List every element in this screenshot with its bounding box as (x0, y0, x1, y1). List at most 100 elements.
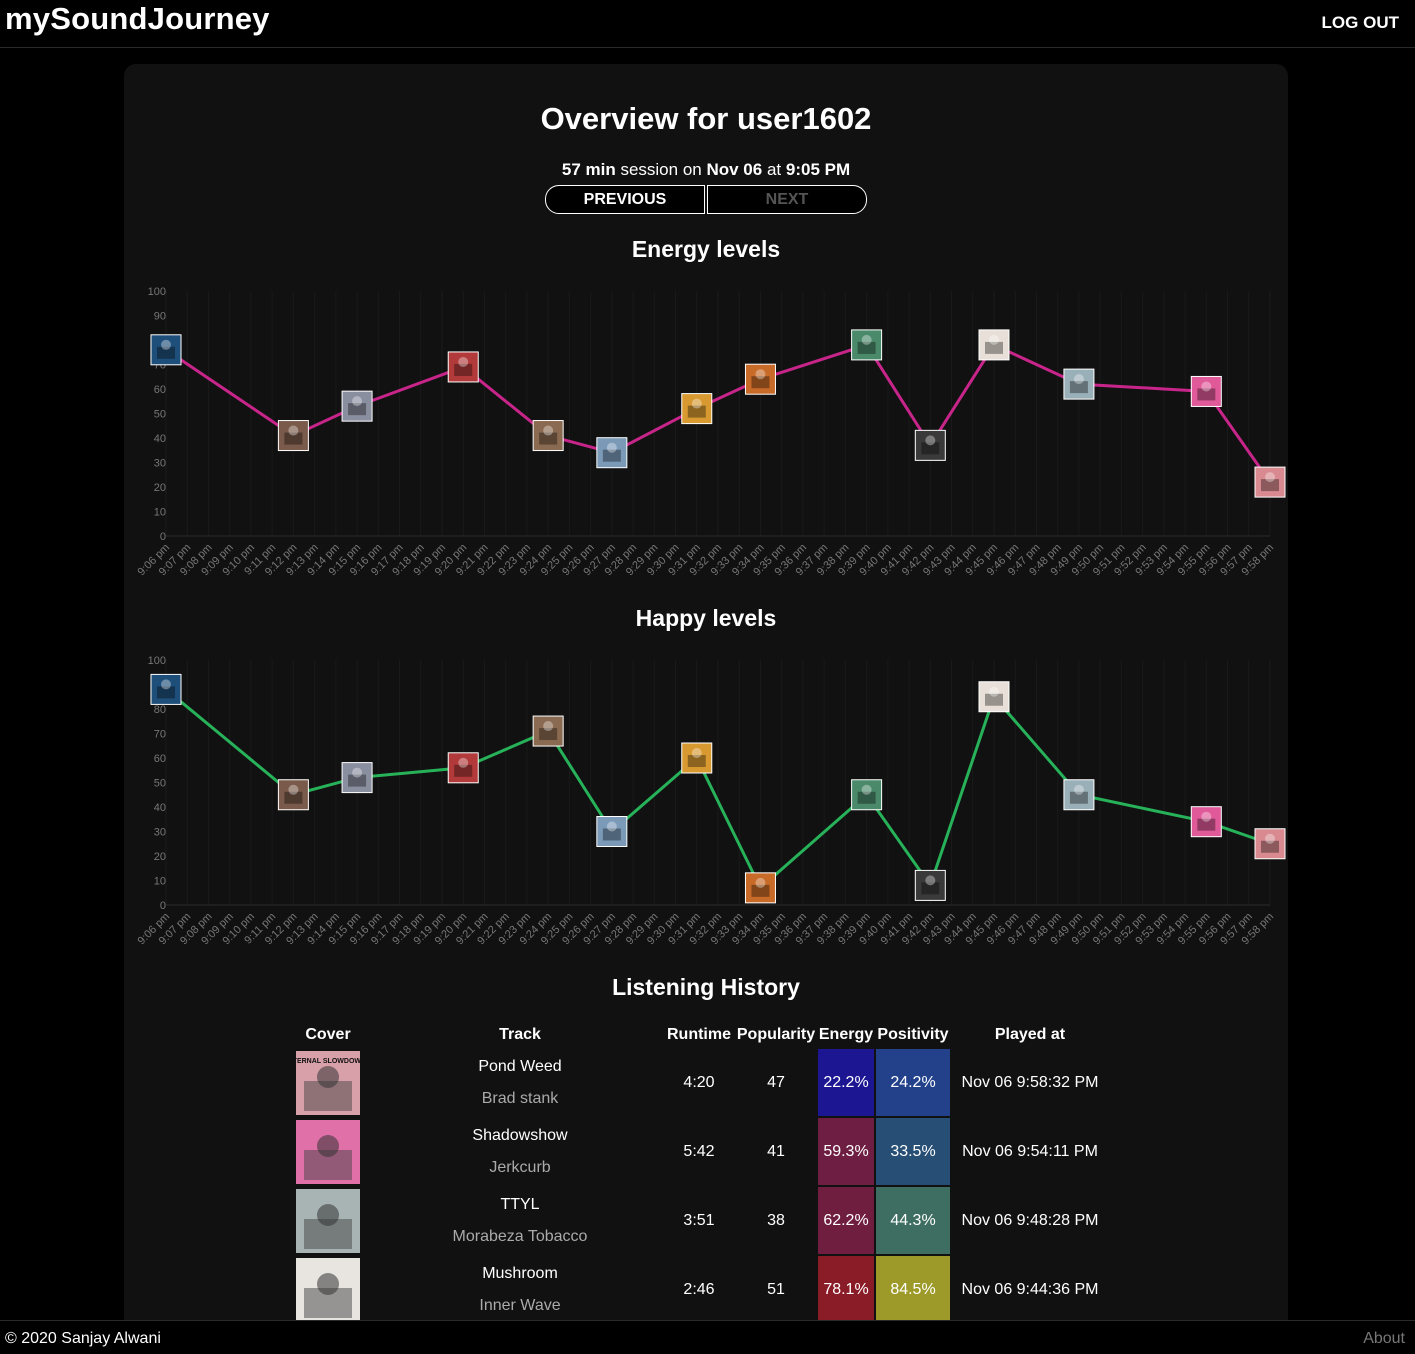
track-name[interactable]: TTYL (378, 1189, 662, 1221)
y-tick-label: 90 (154, 311, 166, 323)
album-point[interactable] (1063, 368, 1095, 400)
history-header-row: Cover Track Runtime Popularity Energy Po… (280, 1022, 1108, 1047)
track-name[interactable]: Mushroom (378, 1258, 662, 1290)
history-body: ETERNAL SLOWDOWN. Pond WeedBrad stank 4:20… (280, 1049, 1108, 1323)
table-row[interactable]: Shadowshow Jerkcurb 5:42 41 59.3% 33.5% Nov 06… (280, 1118, 1108, 1185)
brand-logo[interactable]: mySoundJourney (5, 1, 270, 37)
positivity-cell: 33.5% (876, 1118, 950, 1185)
energy-cell: 62.2% (818, 1187, 874, 1254)
album-point[interactable] (978, 681, 1010, 713)
y-tick-label: 10 (154, 507, 166, 519)
album-point[interactable] (596, 437, 628, 469)
y-tick-label: 70 (154, 729, 166, 741)
energy-cell: 59.3% (818, 1118, 874, 1185)
happy-chart-title: Happy levels (635, 605, 777, 631)
energy-cell: 78.1% (818, 1256, 874, 1323)
track-artist[interactable]: Morabeza Tobacco (378, 1221, 662, 1253)
album-point[interactable] (532, 715, 564, 747)
runtime-cell: 2:46 (683, 1280, 715, 1298)
y-tick-label: 30 (154, 827, 166, 839)
album-point[interactable] (681, 393, 713, 425)
next-button[interactable]: NEXT (707, 185, 867, 214)
table-row[interactable]: ETERNAL SLOWDOWN. Pond WeedBrad stank 4:20… (280, 1049, 1108, 1116)
table-row[interactable]: Mushroom Inner Wave 2:46 51 78.1% 84.5% Nov 06… (280, 1256, 1108, 1323)
album-point[interactable] (150, 334, 182, 366)
previous-button[interactable]: PREVIOUS (545, 185, 705, 214)
album-point[interactable] (744, 363, 776, 395)
session-nav: PREVIOUS NEXT (545, 185, 867, 214)
album-cover[interactable]: ETERNAL SLOWDOWN. (296, 1050, 360, 1115)
session-time: 9:05 PM (785, 160, 851, 179)
album-point[interactable] (1190, 806, 1222, 838)
track-cell: Pond Weed Brad stank (378, 1049, 662, 1116)
cover-cell (280, 1256, 376, 1323)
cover-text: ETERNAL SLOWDOWN. (296, 1058, 360, 1065)
album-point[interactable] (681, 742, 713, 774)
energy-chart-title: Energy levels (631, 236, 781, 262)
y-tick-label: 20 (154, 482, 166, 494)
session-duration: 57 min (561, 160, 616, 179)
col-runtime: Runtime (667, 1025, 731, 1043)
energy-cell: 22.2% (818, 1049, 874, 1116)
y-tick-label: 40 (154, 802, 166, 814)
album-point[interactable] (532, 420, 564, 452)
col-played-at: Played at (994, 1025, 1066, 1043)
popularity-cell: 51 (767, 1280, 785, 1298)
y-tick-label: 20 (154, 851, 166, 863)
logout-button[interactable]: LOG OUT (1322, 13, 1399, 33)
track-artist[interactable]: Jerkcurb (378, 1152, 662, 1184)
album-point[interactable] (277, 779, 309, 811)
track-name[interactable]: Pond Weed (378, 1051, 662, 1083)
y-tick-label: 50 (154, 409, 166, 421)
history-title: Listening History (612, 974, 800, 1000)
album-point[interactable] (851, 779, 883, 811)
positivity-cell: 24.2% (876, 1049, 950, 1116)
y-tick-label: 80 (154, 704, 166, 716)
about-link[interactable]: About (1363, 1330, 1405, 1348)
album-point[interactable] (1063, 779, 1095, 811)
track-cell: TTYL Morabeza Tobacco (378, 1187, 662, 1254)
track-artist[interactable]: Brad stank (378, 1083, 662, 1115)
album-point[interactable] (341, 762, 373, 794)
track-cell: Shadowshow Jerkcurb (378, 1118, 662, 1185)
album-point[interactable] (1254, 466, 1286, 498)
album-point[interactable] (341, 390, 373, 422)
y-tick-label: 10 (154, 876, 166, 888)
album-point[interactable] (1254, 828, 1286, 860)
history-table: Cover Track Runtime Popularity Energy Po… (278, 1020, 1110, 1325)
album-point[interactable] (851, 329, 883, 361)
session-text: session on (620, 160, 702, 179)
y-tick-label: 40 (154, 433, 166, 445)
happy-chart: 01020304050607080901009:06 pm9:07 pm9:08… (136, 655, 1286, 947)
album-point[interactable] (978, 329, 1010, 361)
table-row[interactable]: TTYL Morabeza Tobacco 3:51 38 62.2% 44.3% Nov … (280, 1187, 1108, 1254)
played-at-cell: Nov 06 9:44:36 PM (961, 1280, 1099, 1298)
album-point[interactable] (596, 816, 628, 847)
cover-cell (280, 1118, 376, 1185)
album-cover[interactable] (296, 1119, 360, 1184)
album-cover[interactable] (296, 1188, 360, 1253)
y-tick-label: 60 (154, 753, 166, 765)
album-point[interactable] (150, 673, 182, 705)
played-at-cell: Nov 06 9:54:11 PM (962, 1142, 1098, 1160)
album-point[interactable] (914, 429, 946, 461)
track-name[interactable]: Shadowshow (378, 1120, 662, 1152)
col-positivity: Positivity (877, 1025, 949, 1043)
played-at-cell: Nov 06 9:48:28 PM (961, 1211, 1099, 1229)
popularity-cell: 41 (767, 1142, 785, 1160)
col-popularity: Popularity (736, 1025, 816, 1043)
page-title: Overview for user1602 (540, 101, 872, 136)
y-tick-label: 100 (148, 286, 166, 298)
album-point[interactable] (447, 752, 479, 784)
album-point[interactable] (447, 351, 479, 383)
album-cover[interactable] (296, 1257, 360, 1322)
y-tick-label: 100 (148, 655, 166, 667)
top-navbar: mySoundJourney LOG OUT (0, 0, 1415, 48)
album-point[interactable] (914, 869, 946, 901)
album-point[interactable] (277, 420, 309, 452)
track-artist[interactable]: Inner Wave (378, 1290, 662, 1322)
cover-cell: ETERNAL SLOWDOWN. (280, 1049, 376, 1116)
album-point[interactable] (744, 872, 776, 904)
cover-cell (280, 1187, 376, 1254)
album-point[interactable] (1190, 375, 1222, 407)
